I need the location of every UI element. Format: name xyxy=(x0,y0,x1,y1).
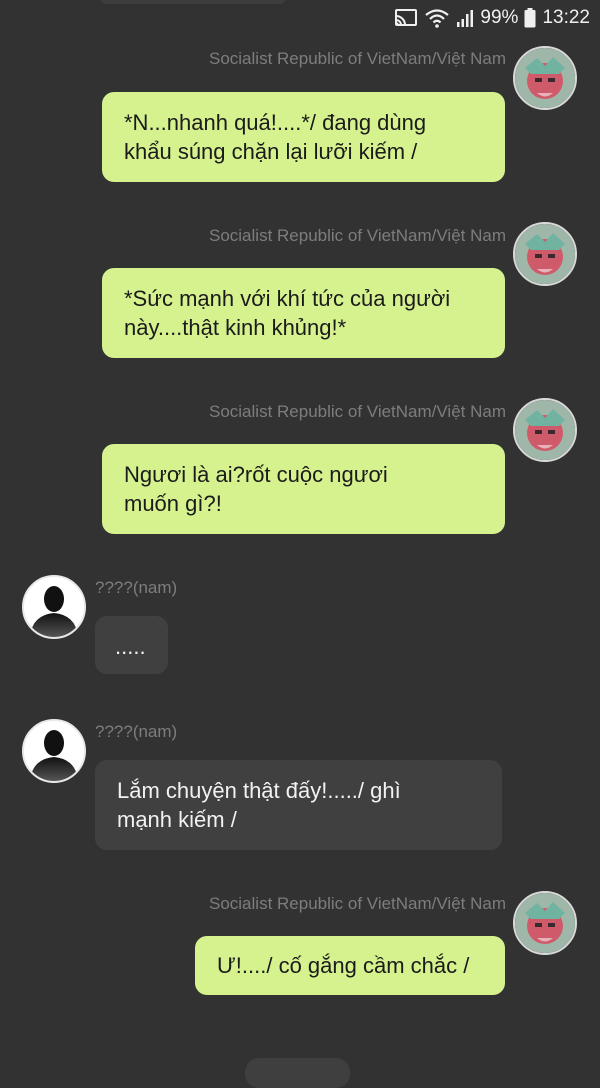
message-text: muốn gì?! xyxy=(124,491,222,516)
message-text: khẩu súng chặn lại lưỡi kiếm / xyxy=(124,139,418,164)
avatar[interactable] xyxy=(513,46,577,110)
message-text: *Sức mạnh với khí tức của người xyxy=(124,286,451,311)
message-bubble[interactable]: *Sức mạnh với khí tức của người này....t… xyxy=(102,268,505,358)
battery-icon xyxy=(524,8,536,28)
sender-name: Socialist Republic of VietNam/Việt Nam xyxy=(208,49,506,68)
status-bar: 99% 13:22 xyxy=(0,0,600,36)
signal-icon xyxy=(456,8,474,28)
message-bubble[interactable]: Ư!..../ cố gắng cầm chắc / xyxy=(195,936,505,995)
clock: 13:22 xyxy=(542,7,590,28)
battery-percent: 99% xyxy=(480,7,519,28)
message-bubble[interactable]: ..... xyxy=(95,616,168,674)
message-text: Ngươi là ai?rốt cuộc ngươi xyxy=(124,462,388,487)
avatar[interactable] xyxy=(513,222,577,286)
next-bubble-edge xyxy=(245,1058,350,1088)
message-text: này....thật kinh khủng!* xyxy=(124,315,347,340)
message-bubble[interactable]: Ngươi là ai?rốt cuộc ngươi muốn gì?! xyxy=(102,444,505,534)
sender-name: ????(nam) xyxy=(95,578,178,597)
wifi-icon xyxy=(424,8,450,28)
sender-name: Socialist Republic of VietNam/Việt Nam xyxy=(208,894,506,913)
sender-name: Socialist Republic of VietNam/Việt Nam xyxy=(208,226,506,245)
avatar[interactable] xyxy=(22,719,86,783)
message-text: mạnh kiếm / xyxy=(117,807,237,832)
message-bubble[interactable]: *N...nhanh quá!....*/ đang dùng khẩu sún… xyxy=(102,92,505,182)
sender-name: ????(nam) xyxy=(95,722,178,741)
avatar[interactable] xyxy=(513,398,577,462)
message-text: *N...nhanh quá!....*/ đang dùng xyxy=(124,110,427,135)
sender-name: Socialist Republic of VietNam/Việt Nam xyxy=(208,402,506,421)
cast-icon xyxy=(394,8,418,28)
avatar[interactable] xyxy=(22,575,86,639)
message-text: Ư!..../ cố gắng cầm chắc / xyxy=(217,953,470,978)
avatar[interactable] xyxy=(513,891,577,955)
message-text: Lắm chuyện thật đấy!...../ ghì xyxy=(117,778,401,803)
message-bubble[interactable]: Lắm chuyện thật đấy!...../ ghì mạnh kiếm… xyxy=(95,760,502,850)
message-text: ..... xyxy=(115,634,146,659)
